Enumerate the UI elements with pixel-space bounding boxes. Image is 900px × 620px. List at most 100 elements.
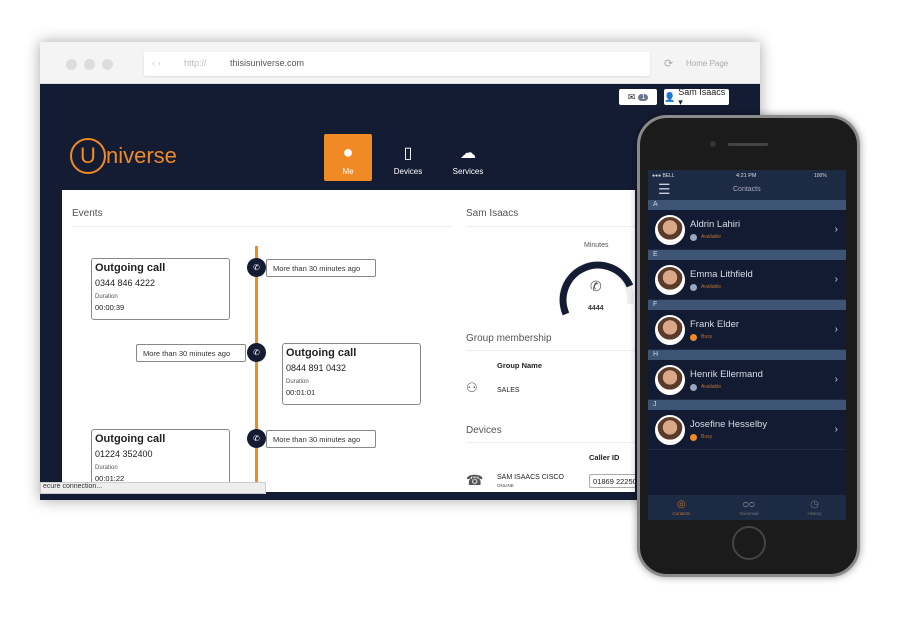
- device-status: ONLINE: [497, 483, 514, 488]
- back-forward-icon[interactable]: ‹ ›: [152, 58, 161, 68]
- content-panel: Events Outgoing call 0344 846 4222 Duratio…: [62, 190, 635, 492]
- nav-me[interactable]: ● Me: [324, 134, 372, 181]
- address-bar[interactable]: ‹ › http:// thisisuniverse.com: [144, 52, 650, 76]
- nav-devices[interactable]: ▯ Devices: [384, 134, 432, 181]
- group-column-header: Group Name: [497, 361, 543, 370]
- home-button[interactable]: [732, 526, 766, 560]
- universe-logo[interactable]: Universe: [70, 138, 177, 174]
- user-menu-button[interactable]: 👤 Sam Isaacs ▾: [664, 86, 729, 107]
- contact-status: Available: [701, 234, 722, 240]
- user-icon: ●: [342, 142, 354, 162]
- nav-label: Me: [342, 167, 354, 176]
- call-icon: ✆: [247, 258, 266, 277]
- group-icon: ⚇: [466, 380, 478, 395]
- contacts-icon: ◎: [677, 499, 686, 510]
- event-time: More than 30 minutes ago: [266, 259, 376, 277]
- contact-name: Josefine Hesselby: [690, 418, 768, 430]
- contact-row[interactable]: Emma Lithfield Available ›: [648, 260, 846, 300]
- contact-name: Emma Lithfield: [690, 268, 753, 280]
- call-icon: ✆: [247, 429, 266, 448]
- event-card[interactable]: Outgoing call 0344 846 4222 Duration 00:00:…: [91, 258, 230, 320]
- contact-name: Aldrin Lahiri: [690, 218, 741, 230]
- device-name: SAM ISAACS CISCO: [497, 474, 564, 481]
- tab-contacts[interactable]: ◎ Contacts: [672, 499, 690, 516]
- group-heading: Group membership: [466, 333, 552, 344]
- caller-id-select[interactable]: 01869 22250: [589, 474, 635, 488]
- chevron-right-icon: ›: [834, 324, 838, 335]
- carrier: ●●● BELL: [652, 173, 675, 179]
- nav-label: Services: [452, 167, 484, 176]
- contact-status: Available: [701, 384, 722, 390]
- user-menu-label: Sam Isaacs ▾: [678, 86, 726, 107]
- status-dot: [690, 233, 697, 241]
- phone-screen: ●●● BELL 4:21 PM 100% ☰ Contacts A Aldri…: [648, 170, 846, 520]
- reload-icon[interactable]: ⟳: [664, 57, 673, 70]
- status-bar: ecure connection...: [40, 482, 266, 494]
- caller-id-header: Caller ID: [589, 453, 620, 462]
- contact-name: Henrik Ellermand: [690, 368, 763, 380]
- contact-status: Busy: [701, 434, 713, 440]
- events-heading: Events: [72, 208, 103, 219]
- voicemail-icon: ᴑᴑ: [742, 499, 755, 510]
- avatar: [655, 264, 685, 295]
- contact-row[interactable]: Henrik Ellermand Available ›: [648, 360, 846, 400]
- section-header: J: [648, 400, 846, 410]
- profile-heading: Sam Isaacs: [466, 208, 519, 219]
- avatar: [655, 214, 685, 245]
- status-dot: [690, 383, 697, 391]
- window-minimize-button[interactable]: [84, 59, 95, 70]
- user-icon: 👤: [664, 91, 676, 102]
- devices-heading: Devices: [466, 425, 502, 436]
- home-page-link[interactable]: Home Page: [686, 59, 728, 68]
- browser-toolbar: ‹ › http:// thisisuniverse.com ⟳ Home Pa…: [40, 42, 760, 84]
- status-dot: [690, 333, 697, 341]
- event-time: More than 30 minutes ago: [136, 344, 246, 362]
- tab-history[interactable]: ◷ History: [807, 499, 821, 516]
- chevron-right-icon: ›: [834, 224, 838, 235]
- battery: 100%: [814, 173, 827, 179]
- contacts-title: Contacts: [733, 186, 761, 193]
- status-dot: [690, 433, 697, 441]
- nav-label: Devices: [393, 167, 423, 176]
- status-dot: [690, 283, 697, 291]
- contact-status: Available: [701, 284, 722, 290]
- logo-letter: U: [70, 138, 106, 174]
- divider: [466, 442, 635, 443]
- inbox-button[interactable]: ✉ 1: [619, 89, 657, 105]
- group-name[interactable]: SALES: [497, 387, 520, 394]
- speaker-grille: [728, 143, 768, 146]
- phone-header: ●●● BELL 4:21 PM 100% ☰ Contacts: [648, 170, 846, 200]
- phone-tab-bar: ◎ Contacts ᴑᴑ Voicemail ◷ History: [648, 495, 846, 520]
- avatar: [655, 414, 685, 445]
- chevron-right-icon: ›: [834, 274, 838, 285]
- avatar: [655, 314, 685, 345]
- logo-text: niverse: [106, 143, 177, 168]
- nav-services[interactable]: ☁ Services: [444, 134, 492, 181]
- camera: [710, 141, 716, 147]
- contact-row[interactable]: Aldrin Lahiri Available ›: [648, 210, 846, 250]
- url-text: thisisuniverse.com: [230, 58, 305, 68]
- timeline-line: [255, 246, 258, 492]
- phone-handset-icon: ✆: [590, 278, 602, 294]
- phone-icon: ▯: [403, 145, 413, 162]
- desk-phone-icon: ☎: [466, 472, 484, 488]
- menu-icon[interactable]: ☰: [658, 181, 671, 198]
- event-card[interactable]: Outgoing call 0844 891 0432 Duration 00:01:…: [282, 343, 421, 405]
- chevron-right-icon: ›: [834, 424, 838, 435]
- divider: [466, 226, 635, 227]
- window-close-button[interactable]: [66, 59, 77, 70]
- contact-status: Busy: [701, 334, 713, 340]
- section-header: H: [648, 350, 846, 360]
- contact-row[interactable]: Frank Elder Busy ›: [648, 310, 846, 350]
- tab-voicemail[interactable]: ᴑᴑ Voicemail: [739, 499, 758, 516]
- contact-row[interactable]: Josefine Hesselby Busy ›: [648, 410, 846, 450]
- window-zoom-button[interactable]: [102, 59, 113, 70]
- divider: [466, 350, 635, 351]
- minutes-label: Minutes: [584, 242, 609, 249]
- clock: 4:21 PM: [736, 173, 757, 179]
- call-icon: ✆: [247, 343, 266, 362]
- event-time: More than 30 minutes ago: [266, 430, 376, 448]
- divider: [72, 226, 452, 227]
- minutes-value: 4444: [588, 305, 604, 312]
- url-prefix: http://: [184, 58, 207, 68]
